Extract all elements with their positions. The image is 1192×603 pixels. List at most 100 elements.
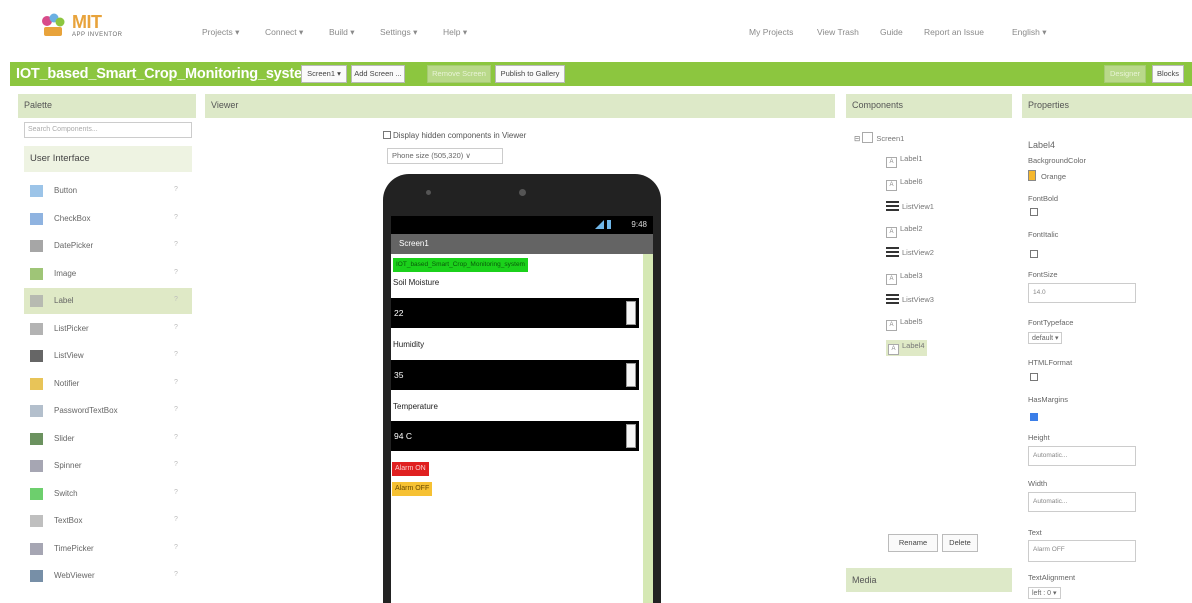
- temperature-label[interactable]: Temperature: [393, 402, 438, 411]
- menu-settings[interactable]: Settings ▾: [380, 27, 417, 38]
- palette-search-input[interactable]: Search Components...: [24, 122, 192, 138]
- palette-item-listpicker[interactable]: ListPicker?: [24, 316, 192, 342]
- palette-item-button[interactable]: Button?: [24, 178, 192, 204]
- help-icon[interactable]: ?: [174, 571, 178, 578]
- fontitalic-checkbox[interactable]: [1030, 250, 1038, 258]
- viewer-header: Viewer: [205, 94, 835, 118]
- menu-language[interactable]: English ▾: [1012, 27, 1047, 38]
- textalignment-select[interactable]: left : 0 ▾: [1028, 587, 1061, 599]
- hasmargins-checkbox[interactable]: [1030, 413, 1038, 421]
- alarm-off-label[interactable]: Alarm OFF: [392, 482, 433, 496]
- temperature-listview[interactable]: 94 C: [391, 421, 639, 451]
- prop-fontitalic-label: FontItalic: [1028, 230, 1059, 239]
- palette-item-textbox[interactable]: TextBox?: [24, 508, 192, 534]
- palette-item-image[interactable]: Image?: [24, 261, 192, 287]
- screen-select-button[interactable]: Screen1 ▾: [301, 65, 347, 83]
- tree-item-label6[interactable]: A Label6: [886, 177, 923, 192]
- menu-help[interactable]: Help ▾: [443, 27, 467, 38]
- link-view-trash[interactable]: View Trash: [817, 27, 859, 37]
- tree-item-listview2[interactable]: ListView2: [886, 247, 934, 258]
- tree-item-label1[interactable]: A Label1: [886, 154, 923, 168]
- palette-item-spinner[interactable]: Spinner?: [24, 453, 192, 479]
- htmlformat-checkbox[interactable]: [1030, 373, 1038, 381]
- publish-gallery-button[interactable]: Publish to Gallery: [495, 65, 565, 83]
- prop-width-label: Width: [1028, 479, 1048, 488]
- soil-moisture-label[interactable]: Soil Moisture: [393, 278, 439, 287]
- display-hidden-toggle[interactable]: Display hidden components in Viewer: [383, 131, 526, 140]
- palette-item-label[interactable]: Label?: [24, 288, 192, 314]
- help-icon[interactable]: ?: [174, 544, 178, 551]
- help-icon[interactable]: ?: [174, 296, 178, 303]
- fontsize-input[interactable]: 14.0: [1028, 283, 1136, 303]
- help-icon[interactable]: ?: [174, 241, 178, 248]
- help-icon[interactable]: ?: [174, 434, 178, 441]
- link-report-issue[interactable]: Report an Issue: [924, 27, 984, 37]
- humidity-listview-scrollbar[interactable]: [626, 363, 636, 387]
- prop-fonttypeface-label: FontTypeface: [1028, 318, 1074, 327]
- help-icon[interactable]: ?: [174, 516, 178, 523]
- add-screen-button[interactable]: Add Screen ...: [351, 65, 405, 83]
- text-input[interactable]: Alarm OFF: [1028, 540, 1136, 562]
- tree-item-listview1[interactable]: ListView1: [886, 200, 934, 211]
- phone-size-select[interactable]: Phone size (505,320) ∨: [387, 148, 503, 164]
- palette-item-webviewer[interactable]: WebViewer?: [24, 563, 192, 589]
- designer-button[interactable]: Designer: [1104, 65, 1146, 83]
- palette-section-user-interface[interactable]: User Interface: [24, 146, 192, 172]
- palette-item-slider[interactable]: Slider?: [24, 426, 192, 452]
- help-icon[interactable]: ?: [174, 379, 178, 386]
- tree-item-label: Label3: [900, 270, 923, 280]
- tree-screen1[interactable]: ⊟ Screen1: [854, 132, 904, 143]
- palette-item-passwordtextbox[interactable]: PasswordTextBox?: [24, 398, 192, 424]
- help-icon[interactable]: ?: [174, 214, 178, 221]
- project-toolbar: IOT_based_Smart_Crop_Monitoring_system S…: [10, 62, 1192, 86]
- height-input[interactable]: Automatic...: [1028, 446, 1136, 466]
- palette-item-listview[interactable]: ListView?: [24, 343, 192, 369]
- link-my-projects[interactable]: My Projects: [749, 27, 793, 37]
- notifier-icon: [30, 377, 43, 390]
- help-icon[interactable]: ?: [174, 186, 178, 193]
- display-hidden-checkbox[interactable]: [383, 131, 391, 139]
- blocks-button[interactable]: Blocks: [1152, 65, 1184, 83]
- alarm-on-label[interactable]: Alarm ON: [392, 462, 429, 476]
- delete-button[interactable]: Delete: [942, 534, 978, 552]
- menu-projects[interactable]: Projects ▾: [202, 27, 239, 38]
- prop-height-label: Height: [1028, 433, 1050, 442]
- prop-backgroundcolor-value[interactable]: Orange: [1028, 170, 1066, 181]
- help-icon[interactable]: ?: [174, 461, 178, 468]
- tree-item-label5[interactable]: A Label5: [886, 317, 923, 332]
- link-guide[interactable]: Guide: [880, 27, 903, 37]
- rename-button[interactable]: Rename: [888, 534, 938, 552]
- tree-item-label2[interactable]: A Label2: [886, 224, 923, 238]
- palette-item-datepicker[interactable]: DatePicker?: [24, 233, 192, 259]
- menu-connect[interactable]: Connect ▾: [265, 27, 303, 38]
- remove-screen-button[interactable]: Remove Screen: [427, 65, 491, 83]
- palette-item-timepicker[interactable]: TimePicker?: [24, 536, 192, 562]
- palette-item-label: Switch: [54, 488, 78, 498]
- palette-item-label: ListView: [54, 351, 84, 360]
- width-input[interactable]: Automatic...: [1028, 492, 1136, 512]
- palette-item-checkbox[interactable]: CheckBox?: [24, 206, 192, 232]
- help-icon[interactable]: ?: [174, 269, 178, 276]
- collapse-icon[interactable]: ⊟: [854, 134, 862, 143]
- humidity-label[interactable]: Humidity: [393, 340, 424, 349]
- soil-moisture-listview[interactable]: 22: [391, 298, 639, 328]
- app-title-label[interactable]: IOT_based_Smart_Crop_Monitoring_system: [393, 258, 528, 272]
- help-icon[interactable]: ?: [174, 324, 178, 331]
- menu-build[interactable]: Build ▾: [329, 27, 355, 38]
- help-icon[interactable]: ?: [174, 406, 178, 413]
- help-icon[interactable]: ?: [174, 489, 178, 496]
- palette-item-notifier[interactable]: Notifier?: [24, 371, 192, 397]
- temperature-listview-scrollbar[interactable]: [626, 424, 636, 448]
- palette-item-label: PasswordTextBox: [54, 406, 118, 415]
- fonttypeface-select[interactable]: default ▾: [1028, 332, 1063, 344]
- tree-item-label4[interactable]: A Label4: [886, 340, 927, 357]
- tree-item-listview3[interactable]: ListView3: [886, 293, 934, 304]
- media-header: Media: [846, 568, 1012, 592]
- help-icon[interactable]: ?: [174, 351, 178, 358]
- palette-item-switch[interactable]: Switch?: [24, 481, 192, 507]
- fontbold-checkbox[interactable]: [1030, 208, 1038, 216]
- soil-listview-scrollbar[interactable]: [626, 301, 636, 325]
- app-inventor-logo[interactable]: MIT APP INVENTOR: [38, 10, 148, 42]
- tree-item-label3[interactable]: A Label3: [886, 271, 923, 285]
- humidity-listview[interactable]: 35: [391, 360, 639, 390]
